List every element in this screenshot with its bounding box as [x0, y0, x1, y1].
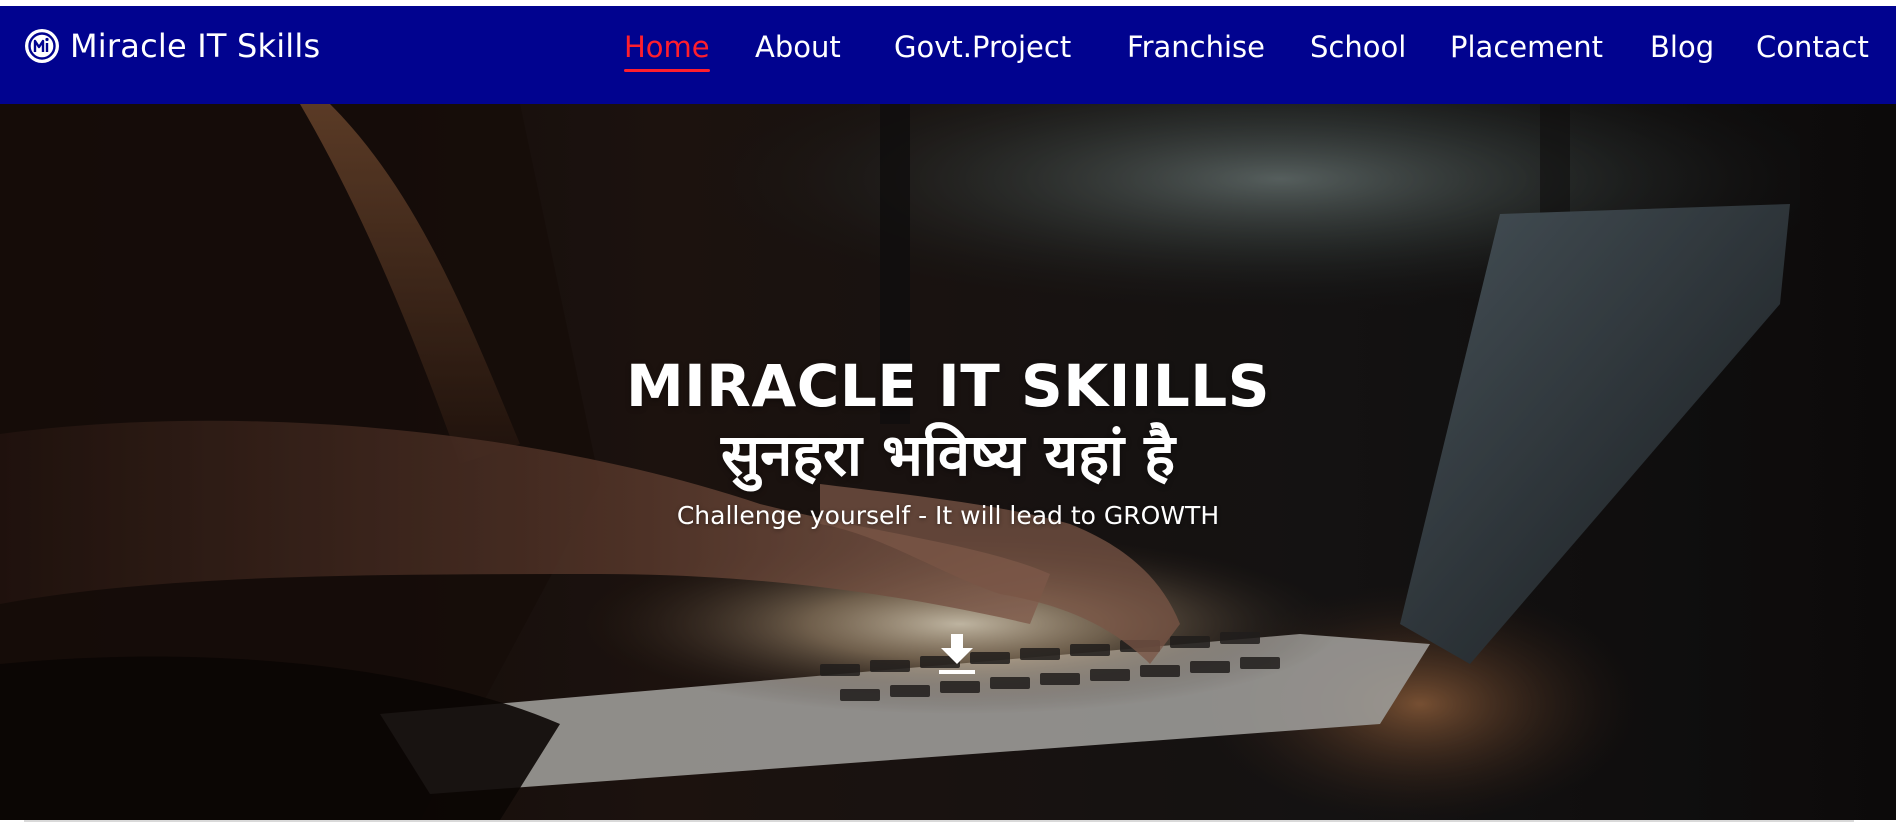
nav-link-contact-label: Contact: [1756, 30, 1869, 64]
nav-link-about-label: About: [755, 30, 841, 64]
nav-link-school-label: School: [1310, 30, 1407, 64]
hero-text-block: MIRACLE IT SKIILLS सुनहरा भविष्य यहां है…: [0, 352, 1896, 536]
hero-tagline: Challenge yourself - It will lead to GRO…: [676, 501, 1220, 530]
page: Miracle IT Skills Home About Govt.Projec…: [0, 0, 1896, 824]
download-arrow-icon[interactable]: [937, 632, 977, 678]
hero-hindi-title: सुनहरा भविष्य यहां है: [720, 421, 1176, 489]
nav-link-franchise[interactable]: Franchise: [1127, 28, 1265, 66]
nav-link-franchise-label: Franchise: [1127, 30, 1265, 64]
nav-link-about[interactable]: About: [755, 28, 841, 66]
brand-name: Miracle IT Skills: [70, 27, 321, 65]
top-navbar: Miracle IT Skills Home About Govt.Projec…: [0, 6, 1896, 104]
hero-banner: MIRACLE IT SKIILLS सुनहरा भविष्य यहां है…: [0, 104, 1896, 820]
nav-link-govt-project[interactable]: Govt.Project: [894, 28, 1071, 66]
nav-link-contact[interactable]: Contact: [1756, 28, 1869, 66]
hero-title: MIRACLE IT SKIILLS: [625, 352, 1271, 420]
nav-link-blog[interactable]: Blog: [1650, 28, 1714, 66]
nav-link-govt-project-label: Govt.Project: [894, 30, 1072, 64]
nav-link-home-label: Home: [624, 30, 710, 64]
active-nav-underline: [624, 69, 710, 72]
page-divider: [24, 820, 1854, 822]
brand-link[interactable]: Miracle IT Skills: [24, 27, 320, 65]
nav-link-placement-label: Placement: [1450, 30, 1603, 64]
nav-link-home[interactable]: Home: [624, 28, 710, 72]
nav-link-school[interactable]: School: [1310, 28, 1406, 66]
nav-link-placement[interactable]: Placement: [1450, 28, 1603, 66]
mi-logo-icon: [25, 29, 59, 63]
nav-link-blog-label: Blog: [1650, 30, 1715, 64]
